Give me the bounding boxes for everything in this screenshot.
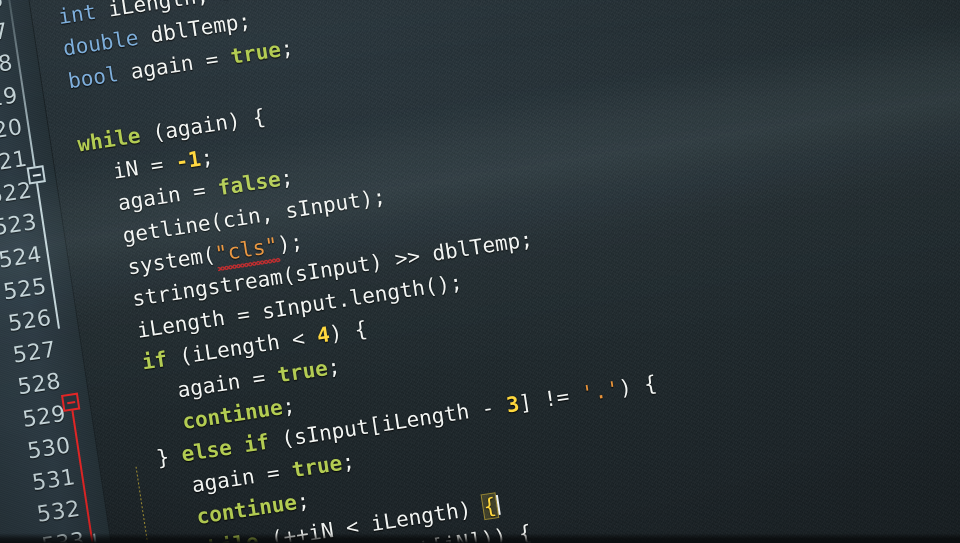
code-token: } xyxy=(154,442,184,471)
code-token: false xyxy=(216,167,283,201)
fold-collapse-icon-1[interactable] xyxy=(26,165,46,185)
code-token: ) { xyxy=(617,371,659,401)
code-token: (sInput[iLength - xyxy=(267,393,509,454)
code-token: while xyxy=(75,123,143,157)
editor-screenshot: 516 517 518 519 520 521 522 523 524 525 526 527 528 5… xyxy=(0,0,960,543)
code-line[interactable]: iN = -1; xyxy=(111,144,216,184)
code-token: ; xyxy=(278,165,295,192)
code-token: ; xyxy=(198,144,216,171)
code-token: "cls" xyxy=(213,232,280,267)
code-token: (again) { xyxy=(138,104,268,148)
code-token: double xyxy=(61,26,141,62)
code-token: ; xyxy=(340,449,357,475)
indent-guide xyxy=(135,466,155,543)
code-token: ; xyxy=(295,488,312,515)
code-token: iN = xyxy=(111,150,178,184)
code-token: ); xyxy=(275,229,305,257)
code-token: -1 xyxy=(173,146,203,175)
code-token: ; xyxy=(278,35,295,61)
code-token: true xyxy=(290,451,344,483)
code-line[interactable]: while (again) { xyxy=(75,104,268,157)
code-token: system( xyxy=(125,242,217,280)
code-token: again = xyxy=(175,363,280,403)
code-token: while xyxy=(194,529,260,543)
code-token: true xyxy=(228,37,283,69)
code-token: ] != xyxy=(517,382,584,416)
code-token: else if xyxy=(179,429,271,467)
code-token: ) { xyxy=(327,317,369,347)
fold-collapse-icon-2[interactable] xyxy=(60,392,81,412)
editor-plane: 516 517 518 519 520 521 522 523 524 525 526 527 528 5… xyxy=(0,0,960,543)
code-token: if xyxy=(140,347,169,375)
code-token: ; xyxy=(280,393,297,419)
code-token: true xyxy=(275,355,330,387)
code-token: ; xyxy=(325,353,342,380)
code-token: bool xyxy=(66,61,120,93)
code-token: int xyxy=(56,0,98,30)
code-token: '.' xyxy=(579,376,621,407)
code-token: again = xyxy=(116,44,233,86)
code-token: again = xyxy=(116,176,220,216)
code-token: continue xyxy=(195,490,299,530)
code-token: continue xyxy=(180,395,285,434)
